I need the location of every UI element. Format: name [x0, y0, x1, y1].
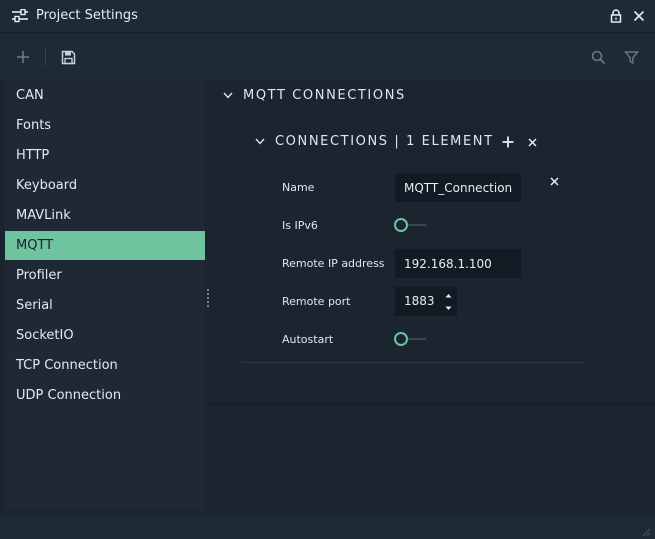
sidebar-item-label: SocketIO [16, 328, 74, 343]
sidebar-item-mqtt[interactable]: MQTT [5, 231, 205, 260]
entry-divider [242, 362, 586, 363]
chevron-down-icon [222, 90, 234, 102]
sidebar-item-label: CAN [16, 88, 44, 103]
sidebar-item-label: Serial [16, 298, 53, 313]
close-icon [549, 176, 559, 186]
remote-port-label: Remote port [282, 295, 351, 308]
close-window-button[interactable] [630, 7, 648, 25]
name-label: Name [282, 181, 315, 194]
window-title: Project Settings [36, 8, 138, 23]
toolbar-separator [45, 48, 46, 66]
autostart-toggle[interactable] [393, 331, 427, 347]
toggle-knob [394, 218, 408, 232]
panel-divider [210, 403, 655, 405]
subsection-title: CONNECTIONS | 1 ELEMENT [275, 134, 494, 149]
remote-ip-label: Remote IP address [282, 257, 385, 270]
settings-sidebar: CAN Fonts HTTP Keyboard MAVLink MQTT Pro… [5, 80, 205, 510]
sidebar-item-serial[interactable]: Serial [5, 291, 205, 320]
sidebar-item-fonts[interactable]: Fonts [5, 111, 205, 140]
ipv6-toggle[interactable] [393, 217, 427, 233]
sidebar-item-http[interactable]: HTTP [5, 141, 205, 170]
mqtt-connections-header[interactable]: MQTT CONNECTIONS [222, 88, 406, 103]
save-button[interactable] [58, 47, 78, 67]
chevron-down-icon [445, 306, 451, 310]
sidebar-item-mavlink[interactable]: MAVLink [5, 201, 205, 230]
sidebar-item-keyboard[interactable]: Keyboard [5, 171, 205, 200]
remote-ip-input[interactable]: 192.168.1.100 [395, 249, 521, 278]
increment-button[interactable] [441, 289, 455, 301]
sidebar-item-tcp-connection[interactable]: TCP Connection [5, 351, 205, 380]
title-bar: Project Settings [0, 0, 655, 32]
sliders-icon [11, 8, 29, 23]
sidebar-item-can[interactable]: CAN [5, 81, 205, 110]
sidebar-item-label: MQTT [16, 238, 54, 253]
autostart-label: Autostart [282, 333, 334, 346]
ipv6-label: Is IPv6 [282, 219, 318, 232]
lock-icon[interactable] [607, 7, 625, 25]
plus-icon [17, 51, 29, 63]
close-icon [527, 137, 537, 147]
status-bar [0, 515, 655, 539]
sidebar-item-label: Keyboard [16, 178, 78, 193]
save-icon [61, 50, 75, 64]
remote-port-value: 1883 [404, 294, 435, 308]
section-title: MQTT CONNECTIONS [243, 88, 406, 103]
sidebar-item-socketio[interactable]: SocketIO [5, 321, 205, 350]
sidebar-item-udp-connection[interactable]: UDP Connection [5, 381, 205, 410]
search-icon [591, 50, 605, 64]
sidebar-item-label: HTTP [16, 148, 50, 163]
search-button[interactable] [588, 47, 608, 67]
add-element-button[interactable] [501, 135, 515, 149]
sidebar-item-label: Fonts [16, 118, 52, 133]
resize-grip-icon[interactable] [641, 526, 651, 537]
close-icon [633, 10, 645, 22]
decrement-button[interactable] [441, 302, 455, 314]
toolbar [0, 32, 655, 80]
sidebar-item-label: MAVLink [16, 208, 71, 223]
toggle-knob [394, 332, 408, 346]
chevron-up-icon [445, 293, 451, 297]
remove-element-button[interactable] [548, 175, 560, 187]
sidebar-item-label: TCP Connection [16, 358, 118, 373]
name-input[interactable]: MQTT_Connection [395, 173, 521, 202]
chevron-down-icon [254, 136, 266, 148]
sidebar-item-label: Profiler [16, 268, 62, 283]
sidebar-item-profiler[interactable]: Profiler [5, 261, 205, 290]
filter-button[interactable] [621, 47, 641, 67]
sidebar-item-label: UDP Connection [16, 388, 122, 403]
filter-icon [623, 50, 639, 64]
plus-icon [502, 136, 514, 148]
connections-header[interactable]: CONNECTIONS | 1 ELEMENT [254, 134, 494, 149]
clear-elements-button[interactable] [526, 136, 538, 148]
remote-port-stepper[interactable]: 1883 [395, 287, 457, 316]
add-button[interactable] [13, 47, 33, 67]
